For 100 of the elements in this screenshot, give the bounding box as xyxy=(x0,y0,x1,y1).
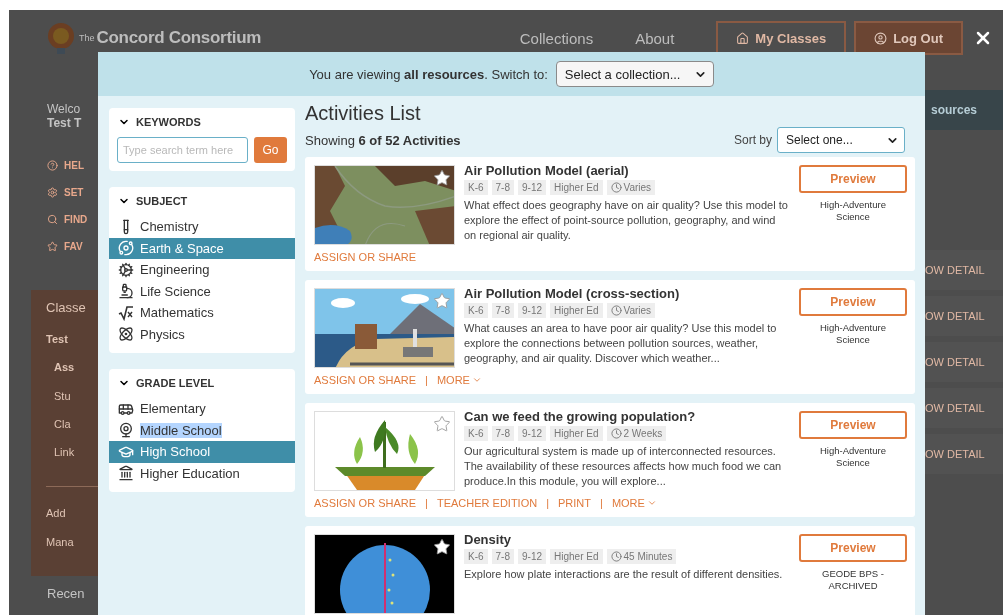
class-link[interactable]: Link xyxy=(54,446,75,475)
grade-tag: K-6 xyxy=(464,303,488,318)
menu-link[interactable]: FAV xyxy=(47,233,83,260)
microscope-icon xyxy=(118,283,134,300)
atom-icon xyxy=(118,326,134,343)
detail-link[interactable]: OW DETAIL xyxy=(925,388,1003,428)
filter-item[interactable]: Middle School xyxy=(109,419,295,441)
class-link[interactable]: Test xyxy=(46,333,68,362)
user-icon xyxy=(874,31,888,45)
nav-link[interactable]: About xyxy=(635,29,675,47)
duration-text: Varies xyxy=(623,182,652,193)
settings-icon xyxy=(47,187,58,198)
gear-icon xyxy=(118,261,134,278)
grade-tag: 9-12 xyxy=(518,549,547,564)
welcome-text: Welco xyxy=(47,102,81,116)
preview-button[interactable]: Preview xyxy=(799,534,907,562)
activity-title[interactable]: Density xyxy=(464,532,790,548)
panel-link[interactable]: Mana xyxy=(46,535,74,564)
house-icon xyxy=(736,31,750,45)
filter-item[interactable]: Earth & Space xyxy=(109,237,295,259)
action-link[interactable]: PRINT xyxy=(558,497,592,509)
duration-text: 2 Weeks xyxy=(623,428,663,439)
clock-icon xyxy=(610,305,622,316)
action-link[interactable]: ASSIGN OR SHARE xyxy=(314,251,417,263)
class-link[interactable]: Cla xyxy=(54,417,71,447)
filter-item[interactable]: Chemistry xyxy=(109,216,295,238)
preview-button[interactable]: Preview xyxy=(799,411,907,439)
clock-icon xyxy=(610,551,622,562)
detail-link[interactable]: OW DETAIL xyxy=(925,434,1003,474)
grade-tag: 7-8 xyxy=(491,549,514,564)
grade-tag: K-6 xyxy=(464,180,488,195)
search-field[interactable]: Type search term here xyxy=(117,137,248,163)
detail-link[interactable]: OW DETAIL xyxy=(925,296,1003,336)
activity-description: Explore how plate interactions are the result of different densities. xyxy=(464,567,784,582)
filter-label: Mathematics xyxy=(140,305,214,321)
more-link[interactable]: MORE xyxy=(611,497,657,509)
nav-link[interactable]: Collections xyxy=(519,29,594,47)
filter-item[interactable]: Mathematics xyxy=(109,302,295,324)
sort-label: Sort by xyxy=(734,133,772,147)
activity-title[interactable]: Air Pollution Model (cross-section) xyxy=(464,286,790,302)
activity-title[interactable]: Air Pollution Model (aerial) xyxy=(464,163,790,179)
filter-item[interactable]: Life Science xyxy=(109,280,295,302)
star-icon[interactable] xyxy=(433,538,451,556)
preview-button[interactable]: Preview xyxy=(799,288,907,316)
grade-tag: 7-8 xyxy=(491,426,514,441)
caret-icon xyxy=(646,498,657,508)
clock-icon xyxy=(610,428,622,439)
action-link[interactable]: ASSIGN OR SHARE xyxy=(314,497,417,509)
filter-item[interactable]: Engineering xyxy=(109,259,295,281)
sort-select[interactable]: Select one... xyxy=(777,127,905,153)
collection-select[interactable]: Select a collection... xyxy=(555,61,714,87)
class-link[interactable]: Ass xyxy=(54,361,75,390)
planet-icon xyxy=(118,240,134,257)
link-separator: | xyxy=(545,497,551,509)
star-icon[interactable] xyxy=(433,169,451,187)
activity-title[interactable]: Can we feed the growing population? xyxy=(464,409,790,425)
filter-label: Life Science xyxy=(140,283,211,299)
clock-icon xyxy=(610,182,622,193)
panel-title: SUBJECT xyxy=(136,195,188,207)
help-icon xyxy=(47,160,58,171)
landmark-icon xyxy=(118,465,134,482)
list-title: Activities List xyxy=(305,102,422,125)
menu-link[interactable]: HEL xyxy=(47,152,84,179)
go-button[interactable]: Go xyxy=(254,137,287,163)
webcam-icon xyxy=(118,422,134,439)
publisher-name: GEODE BPS - ARCHIVED xyxy=(821,568,885,592)
publisher-name: High-Adventure Science xyxy=(819,322,887,346)
action-link[interactable]: ASSIGN OR SHARE xyxy=(314,374,417,386)
filter-item[interactable]: Higher Education xyxy=(109,462,295,484)
resources-button[interactable]: sources xyxy=(925,90,1003,130)
publisher-name: High-Adventure Science xyxy=(819,445,887,469)
menu-link[interactable]: SET xyxy=(47,179,84,206)
activity-description: What causes an area to have poor air quality? Use this model to explore the connections between pollution sources, weather, geography, and air quality. Discover which weather... xyxy=(464,321,778,366)
detail-link[interactable]: OW DETAIL xyxy=(925,250,1003,290)
logo-prefix: The xyxy=(79,33,95,43)
preview-button[interactable]: Preview xyxy=(799,165,907,193)
filter-item[interactable]: Elementary xyxy=(109,398,295,420)
grade-tag: Higher Ed xyxy=(550,426,603,441)
star-icon[interactable] xyxy=(433,415,451,433)
class-link[interactable]: Stu xyxy=(54,389,71,418)
panel-link[interactable]: Add xyxy=(46,507,66,536)
link-separator: | xyxy=(424,497,429,509)
star-icon[interactable] xyxy=(433,292,451,310)
grade-tag: 9-12 xyxy=(518,303,547,318)
filter-item[interactable]: Physics xyxy=(109,323,295,345)
action-link[interactable]: TEACHER EDITION xyxy=(436,497,538,509)
result-count: Showing 6 of 52 Activities xyxy=(305,132,461,148)
menu-link[interactable]: FIND xyxy=(47,206,88,233)
filter-item[interactable]: High School xyxy=(109,441,295,463)
activity-description: What effect does geography have on air quality? Use this model to explore the effect of point-source pollution, geography, and wind on regional air quality. xyxy=(464,198,789,243)
grade-tag: K-6 xyxy=(464,426,488,441)
grade-tag: 9-12 xyxy=(518,180,547,195)
caret-icon xyxy=(471,375,482,385)
panel-title: KEYWORDS xyxy=(136,116,201,128)
filter-label: High School xyxy=(140,444,211,460)
link-separator: | xyxy=(599,497,604,509)
grade-tag: 7-8 xyxy=(491,180,514,195)
log-out-button[interactable]: Log Out xyxy=(854,21,963,55)
detail-link[interactable]: OW DETAIL xyxy=(925,342,1003,382)
more-link[interactable]: MORE xyxy=(436,374,482,386)
